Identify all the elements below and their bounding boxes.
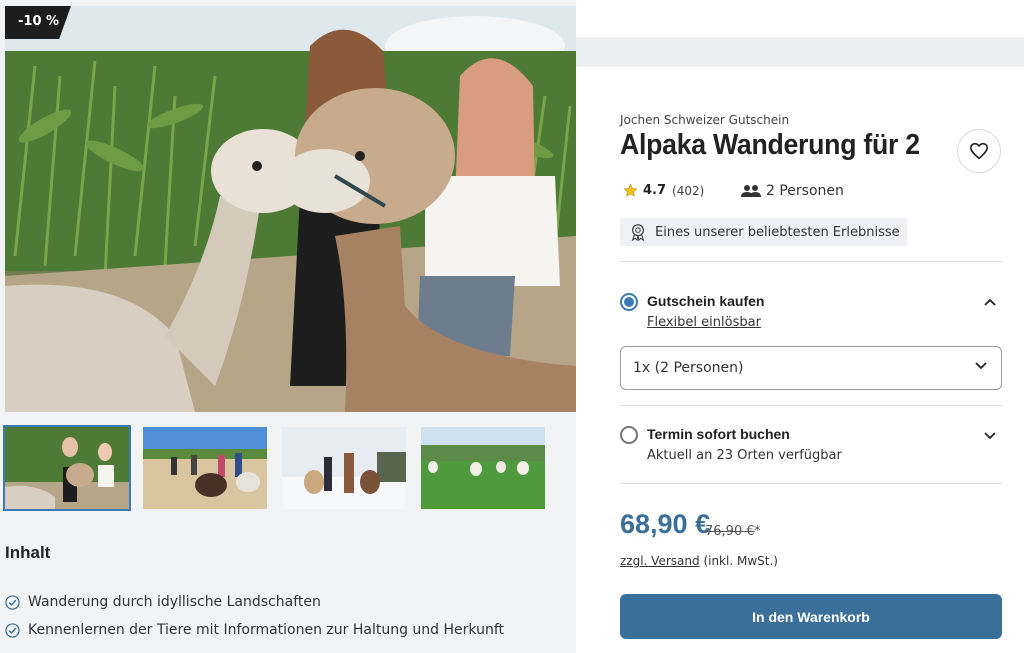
- divider: [620, 483, 1002, 484]
- rating-count: (402): [672, 183, 705, 198]
- check-circle-icon: [5, 622, 20, 638]
- popular-badge: Eines unserer beliebtesten Erlebnisse: [620, 218, 907, 246]
- award-icon: [631, 224, 645, 241]
- product-gallery-column: -10 % Inhalt Wanderung durch idyllische …: [0, 0, 576, 653]
- thumbnail-image: [5, 427, 129, 509]
- popular-badge-text: Eines unserer beliebtesten Erlebnisse: [655, 224, 900, 240]
- vat-note: (inkl. MwSt.): [703, 554, 778, 568]
- shipping-info: zzgl. Versand (inkl. MwSt.): [620, 554, 778, 568]
- thumbnail-image: [421, 427, 545, 509]
- thumbnail-alpaca-cornfield[interactable]: [3, 425, 131, 511]
- brand-label: Jochen Schweizer Gutschein: [620, 113, 790, 127]
- booking-availability: Aktuell an 23 Orten verfügbar: [647, 448, 842, 463]
- add-to-cart-button[interactable]: In den Warenkorb: [620, 594, 1002, 639]
- thumbnail-strip: [3, 425, 545, 511]
- favorite-button[interactable]: [957, 129, 1001, 173]
- booking-label: Termin sofort buchen: [647, 426, 790, 442]
- thumbnail-image: [282, 427, 406, 509]
- list-item-text: Kennenlernen der Tiere mit Informationen…: [28, 622, 505, 638]
- list-item: Kennenlernen der Tiere mit Informationen…: [5, 616, 504, 644]
- chevron-down-icon: [975, 362, 987, 370]
- product-info-panel: Jochen Schweizer Gutschein Alpaka Wander…: [576, 67, 1024, 653]
- old-price: 76,90 €: [705, 524, 755, 539]
- option-booking[interactable]: Termin sofort buchen Aktuell an 23 Orten…: [620, 426, 1002, 470]
- price: 68,90 €: [620, 509, 711, 539]
- list-item: Wanderung durch idyllische Landschaften: [5, 588, 504, 616]
- chevron-up-icon[interactable]: [984, 298, 996, 306]
- persons-icon: [741, 185, 761, 197]
- flexible-redeem-link[interactable]: Flexibel einlösbar: [647, 315, 761, 330]
- inhalt-list: Wanderung durch idyllische Landschaften …: [5, 588, 504, 644]
- thumbnail-group-walk[interactable]: [143, 427, 267, 509]
- persons-text: 2 Personen: [766, 183, 844, 199]
- voucher-label: Gutschein kaufen: [647, 293, 765, 309]
- heart-icon: [969, 142, 988, 160]
- hero-image-illustration: [5, 6, 576, 412]
- old-price-marker: *: [754, 524, 761, 539]
- inhalt-heading: Inhalt: [5, 543, 51, 562]
- divider: [620, 261, 1002, 262]
- product-title: Alpaka Wanderung für 2: [620, 129, 920, 161]
- star-icon: [623, 183, 638, 197]
- quantity-select[interactable]: 1x (2 Personen): [620, 346, 1002, 390]
- divider: [620, 405, 1002, 406]
- quantity-select-value: 1x (2 Personen): [633, 360, 744, 376]
- chevron-down-icon[interactable]: [984, 432, 996, 440]
- thumbnail-winter-walk[interactable]: [282, 427, 406, 509]
- hero-image[interactable]: [5, 6, 576, 412]
- voucher-radio[interactable]: [620, 293, 638, 311]
- check-circle-icon: [5, 594, 20, 610]
- rating[interactable]: 4.7 (402): [623, 183, 704, 198]
- top-strip: [576, 37, 1024, 67]
- rating-score: 4.7: [643, 183, 667, 198]
- shipping-link[interactable]: zzgl. Versand: [620, 554, 700, 568]
- booking-radio[interactable]: [620, 426, 638, 444]
- persons-info: 2 Personen: [741, 183, 844, 199]
- thumbnail-image: [143, 427, 267, 509]
- option-voucher[interactable]: Gutschein kaufen Flexibel einlösbar: [620, 293, 1002, 343]
- list-item-text: Wanderung durch idyllische Landschaften: [28, 594, 321, 610]
- thumbnail-alpaca-meadow[interactable]: [421, 427, 545, 509]
